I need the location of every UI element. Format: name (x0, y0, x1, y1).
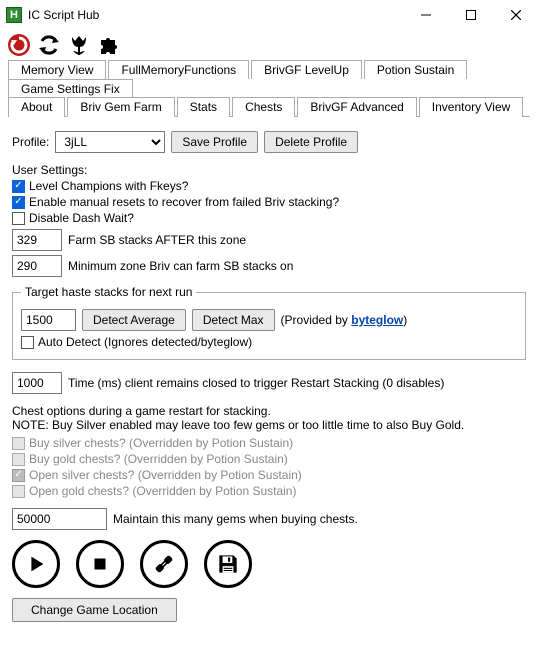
tab-brivgf-advanced[interactable]: BrivGF Advanced (297, 97, 416, 117)
tabs: Memory View FullMemoryFunctions BrivGF L… (0, 60, 538, 630)
save-button[interactable] (204, 540, 252, 588)
tab-fullmemoryfunctions[interactable]: FullMemoryFunctions (108, 60, 249, 79)
chest-note-1: Chest options during a game restart for … (12, 404, 526, 418)
manual-resets-checkbox[interactable]: ✓ (12, 196, 25, 209)
open-gold-label: Open gold chests? (Overridden by Potion … (29, 484, 296, 498)
manual-resets-label: Enable manual resets to recover from fai… (29, 195, 339, 209)
app-icon: H (6, 7, 22, 23)
tab-panel-briv-gem-farm: Profile: 3jLL Save Profile Delete Profil… (8, 116, 530, 630)
tab-about[interactable]: About (8, 97, 65, 117)
close-button[interactable] (493, 0, 538, 30)
stop-button[interactable] (76, 540, 124, 588)
open-silver-label: Open silver chests? (Overridden by Potio… (29, 468, 302, 482)
buy-gold-label: Buy gold chests? (Overridden by Potion S… (29, 452, 288, 466)
maintain-gems-input[interactable] (12, 508, 107, 530)
disable-dash-checkbox[interactable] (12, 212, 25, 225)
buy-gold-checkbox (12, 453, 25, 466)
refresh-arrows-icon[interactable] (36, 32, 62, 58)
sb-after-label: Farm SB stacks AFTER this zone (68, 233, 246, 247)
puzzle-icon[interactable] (96, 32, 122, 58)
minimize-button[interactable] (403, 0, 448, 30)
action-buttons (12, 540, 526, 588)
profile-label: Profile: (12, 135, 49, 149)
titlebar: H IC Script Hub (0, 0, 538, 30)
level-fkeys-checkbox[interactable]: ✓ (12, 180, 25, 193)
disable-dash-label: Disable Dash Wait? (29, 211, 134, 225)
reload-circle-icon[interactable] (6, 32, 32, 58)
haste-group: Target haste stacks for next run Detect … (12, 285, 526, 360)
open-gold-checkbox (12, 485, 25, 498)
restart-ms-label: Time (ms) client remains closed to trigg… (68, 376, 444, 390)
autodetect-label: Auto Detect (Ignores detected/byteglow) (38, 335, 252, 349)
window-title: IC Script Hub (28, 8, 403, 22)
byteglow-link[interactable]: byteglow (351, 313, 403, 327)
detect-average-button[interactable]: Detect Average (82, 309, 186, 331)
toolbar (0, 30, 538, 60)
haste-value-input[interactable] (21, 309, 76, 331)
detect-max-button[interactable]: Detect Max (192, 309, 275, 331)
window-controls (403, 0, 538, 30)
open-silver-checkbox: ✓ (12, 469, 25, 482)
haste-legend: Target haste stacks for next run (21, 285, 196, 299)
chest-note-2: NOTE: Buy Silver enabled may leave too f… (12, 418, 526, 432)
tab-chests[interactable]: Chests (232, 97, 295, 117)
tab-game-settings-fix[interactable]: Game Settings Fix (8, 79, 133, 98)
tab-brivgf-levelup[interactable]: BrivGF LevelUp (251, 60, 362, 79)
tab-potion-sustain[interactable]: Potion Sustain (364, 60, 467, 79)
tab-row-1: Memory View FullMemoryFunctions BrivGF L… (8, 60, 530, 98)
sb-after-input[interactable] (12, 229, 62, 251)
maximize-button[interactable] (448, 0, 493, 30)
tab-briv-gem-farm[interactable]: Briv Gem Farm (67, 97, 174, 117)
user-settings-header: User Settings: (12, 163, 526, 177)
sb-min-input[interactable] (12, 255, 62, 277)
tab-inventory-view[interactable]: Inventory View (419, 97, 524, 117)
provided-by-text: (Provided by byteglow) (281, 313, 408, 327)
buy-silver-label: Buy silver chests? (Overridden by Potion… (29, 436, 293, 450)
buy-silver-checkbox (12, 437, 25, 450)
change-game-location-button[interactable]: Change Game Location (12, 598, 177, 622)
restart-ms-input[interactable] (12, 372, 62, 394)
tab-stats[interactable]: Stats (177, 97, 230, 117)
delete-profile-button[interactable]: Delete Profile (264, 131, 358, 153)
tab-memory-view[interactable]: Memory View (8, 60, 106, 79)
connect-button[interactable] (140, 540, 188, 588)
save-profile-button[interactable]: Save Profile (171, 131, 258, 153)
play-button[interactable] (12, 540, 60, 588)
sb-min-label: Minimum zone Briv can farm SB stacks on (68, 259, 293, 273)
tulip-icon[interactable] (66, 32, 92, 58)
tab-row-2: About Briv Gem Farm Stats Chests BrivGF … (8, 97, 530, 117)
autodetect-checkbox[interactable] (21, 336, 34, 349)
maintain-gems-label: Maintain this many gems when buying ches… (113, 512, 358, 526)
level-fkeys-label: Level Champions with Fkeys? (29, 179, 188, 193)
profile-select[interactable]: 3jLL (55, 131, 165, 153)
